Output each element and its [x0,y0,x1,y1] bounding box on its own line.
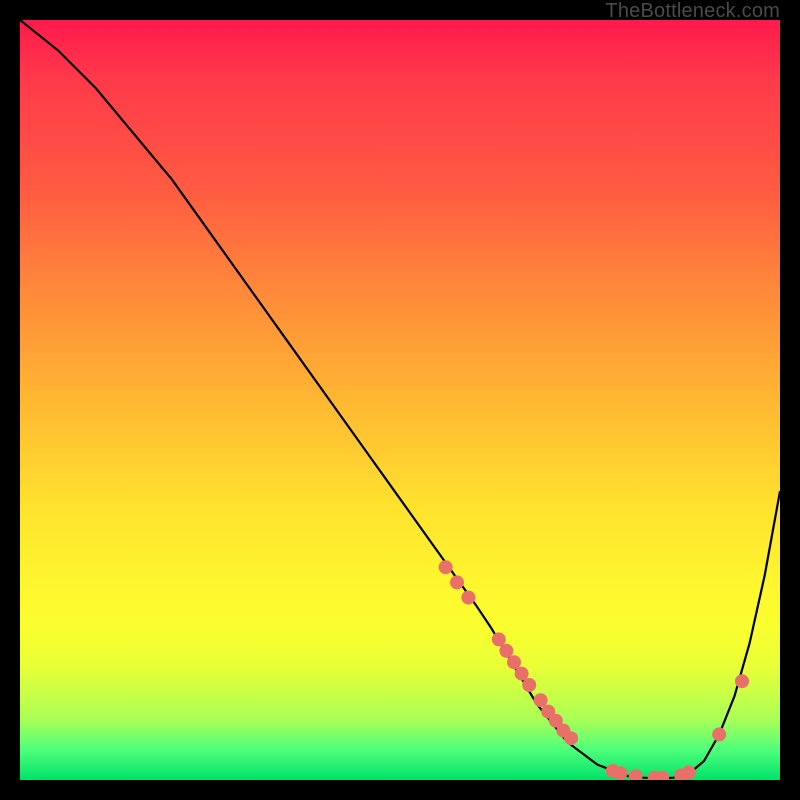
curve-marker [549,714,563,728]
curve-marker [556,724,570,738]
curve-marker [629,769,643,780]
curve-marker [507,655,521,669]
curve-marker [541,705,555,719]
curve-marker [534,693,548,707]
curve-marker [564,731,578,745]
plot-banding [20,630,780,780]
curve-layer [20,20,780,780]
curve-marker [461,591,475,605]
curve-marker [499,644,513,658]
plot-area [20,20,780,780]
curve-marker [682,765,696,779]
curve-marker [515,667,529,681]
curve-marker [439,560,453,574]
curve-marker [674,768,688,780]
bottleneck-curve [20,20,780,779]
curve-marker [492,632,506,646]
curve-marker [648,771,662,780]
curve-marker [712,727,726,741]
curve-marker [450,575,464,589]
curve-marker [606,764,620,778]
curve-markers [439,560,749,780]
curve-marker [613,766,627,780]
curve-marker [522,678,536,692]
curve-marker [735,674,749,688]
chart-container: TheBottleneck.com [0,0,800,800]
curve-marker [655,771,669,780]
